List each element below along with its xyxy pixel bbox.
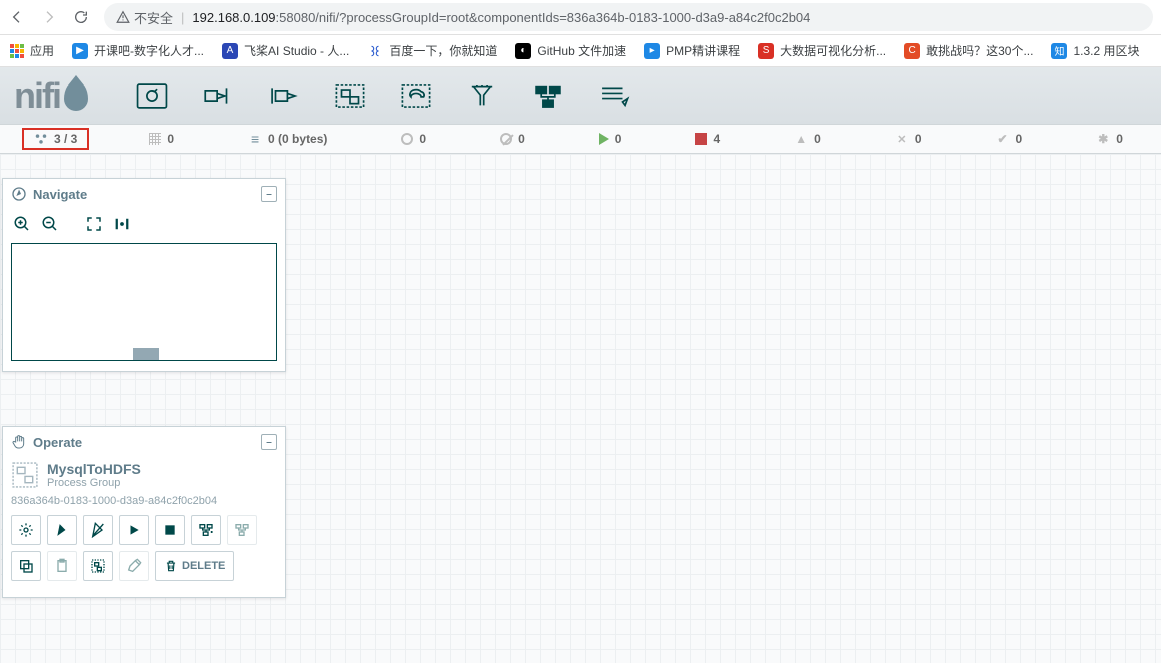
birdseye-component bbox=[133, 348, 159, 360]
copy-button[interactable] bbox=[11, 551, 41, 581]
cluster-icon bbox=[34, 132, 48, 146]
browser-toolbar: 不安全 | 192.168.0.109:58080/nifi/?processG… bbox=[0, 0, 1161, 35]
delete-button[interactable]: DELETE bbox=[155, 551, 234, 581]
invalid-status: 0 bbox=[780, 132, 835, 146]
component-toolbar bbox=[110, 76, 636, 116]
disabled-icon bbox=[895, 132, 909, 146]
sync-fail-status: 0 bbox=[1082, 132, 1137, 146]
configure-button[interactable] bbox=[11, 515, 41, 545]
zoom-out-button[interactable] bbox=[39, 213, 61, 235]
group-button[interactable] bbox=[83, 551, 113, 581]
insecure-label: 不安全 bbox=[134, 8, 173, 27]
bookmark-7[interactable]: 知1.3.2 用区块 bbox=[1051, 42, 1139, 59]
bookmark-6[interactable]: C敢挑战吗？这30个... bbox=[904, 42, 1033, 59]
back-button[interactable] bbox=[8, 8, 26, 26]
running-status: 0 bbox=[585, 132, 636, 146]
nifi-header: nifi bbox=[0, 67, 1161, 124]
play-icon bbox=[599, 133, 609, 145]
bookmark-4[interactable]: ▸PMP精讲课程 bbox=[644, 42, 740, 59]
drop-icon bbox=[64, 81, 88, 111]
zoom-fit-button[interactable] bbox=[83, 213, 105, 235]
queued-status: 0 (0 bytes) bbox=[234, 132, 341, 146]
start-button[interactable] bbox=[119, 515, 149, 545]
transmitting-icon bbox=[401, 133, 413, 145]
not-transmitting-status: 0 bbox=[486, 132, 539, 146]
cluster-count: 3 / 3 bbox=[54, 132, 77, 146]
collapse-button[interactable]: – bbox=[261, 434, 277, 450]
uptodate-status: 0 bbox=[982, 132, 1037, 146]
hand-icon bbox=[11, 434, 27, 450]
color-button bbox=[119, 551, 149, 581]
check-icon bbox=[996, 132, 1010, 146]
operate-id: 836a364b-0183-1000-d3a9-a84c2f0c2b04 bbox=[11, 489, 277, 515]
upload-template-button bbox=[227, 515, 257, 545]
birdseye-view[interactable] bbox=[11, 243, 277, 361]
not-transmitting-icon bbox=[500, 133, 512, 145]
bookmark-0[interactable]: ▶开课吧-数字化人才... bbox=[72, 42, 204, 59]
compass-icon bbox=[11, 186, 27, 202]
navigate-tools bbox=[3, 209, 285, 243]
paste-button bbox=[47, 551, 77, 581]
disabled-status: 0 bbox=[881, 132, 936, 146]
status-bar: 3 / 3 0 0 (0 bytes) 0 0 0 4 0 0 0 0 bbox=[0, 124, 1161, 154]
transmitting-status: 0 bbox=[387, 132, 440, 146]
bookmark-1[interactable]: A飞桨AI Studio - 人... bbox=[222, 42, 349, 59]
remote-process-group-tool[interactable] bbox=[394, 76, 438, 116]
insecure-warning-icon: 不安全 bbox=[116, 8, 173, 27]
navigate-panel: Navigate – bbox=[2, 178, 286, 372]
apps-icon bbox=[10, 44, 24, 58]
bookmark-icon: A bbox=[222, 43, 238, 59]
reload-button[interactable] bbox=[72, 8, 90, 26]
url-text: 192.168.0.109:58080/nifi/?processGroupId… bbox=[192, 10, 810, 25]
active-threads: 0 bbox=[135, 132, 188, 146]
address-separator: | bbox=[181, 10, 184, 25]
process-group-tool[interactable] bbox=[328, 76, 372, 116]
navigate-title: Navigate bbox=[33, 187, 87, 202]
bookmark-icon: ◐ bbox=[515, 43, 531, 59]
bookmark-icon: C bbox=[904, 43, 920, 59]
operate-title: Operate bbox=[33, 435, 82, 450]
bookmark-icon: ▸ bbox=[644, 43, 660, 59]
apps-button[interactable]: 应用 bbox=[10, 42, 54, 59]
processor-tool[interactable] bbox=[130, 76, 174, 116]
bookmark-2[interactable]: 百度一下，你就知道 bbox=[367, 42, 497, 59]
nifi-logo: nifi bbox=[0, 75, 110, 117]
stopped-status: 4 bbox=[681, 132, 734, 146]
stop-icon bbox=[695, 133, 707, 145]
disable-button[interactable] bbox=[83, 515, 113, 545]
template-tool[interactable] bbox=[526, 76, 570, 116]
forward-button[interactable] bbox=[40, 8, 58, 26]
label-tool[interactable] bbox=[592, 76, 636, 116]
operate-panel: Operate – MysqlToHDFS Process Group 836a… bbox=[2, 426, 286, 598]
stop-button[interactable] bbox=[155, 515, 185, 545]
bookmarks-bar: 应用 ▶开课吧-数字化人才... A飞桨AI Studio - 人... 百度一… bbox=[0, 35, 1161, 67]
bookmark-3[interactable]: ◐GitHub 文件加速 bbox=[515, 42, 626, 59]
address-bar[interactable]: 不安全 | 192.168.0.109:58080/nifi/?processG… bbox=[104, 3, 1153, 31]
operate-header: Operate – bbox=[3, 427, 285, 457]
cluster-status[interactable]: 3 / 3 bbox=[22, 128, 89, 150]
create-template-button[interactable] bbox=[191, 515, 221, 545]
input-port-tool[interactable] bbox=[196, 76, 240, 116]
threads-icon bbox=[149, 133, 161, 145]
bookmark-icon: ▶ bbox=[72, 43, 88, 59]
output-port-tool[interactable] bbox=[262, 76, 306, 116]
collapse-button[interactable]: – bbox=[261, 186, 277, 202]
bookmark-icon: 知 bbox=[1051, 43, 1067, 59]
queue-icon bbox=[248, 132, 262, 146]
navigate-header: Navigate – bbox=[3, 179, 285, 209]
bookmark-icon: S bbox=[758, 43, 774, 59]
enable-button[interactable] bbox=[47, 515, 77, 545]
funnel-tool[interactable] bbox=[460, 76, 504, 116]
apps-label: 应用 bbox=[30, 42, 54, 59]
flow-canvas[interactable]: Navigate – Operate – MysqlToHDFS Proce bbox=[0, 154, 1161, 663]
bookmark-5[interactable]: S大数据可视化分析... bbox=[758, 42, 886, 59]
operate-name: MysqlToHDFS bbox=[47, 461, 141, 477]
operate-type: Process Group bbox=[47, 477, 141, 489]
zoom-actual-button[interactable] bbox=[111, 213, 133, 235]
warning-icon bbox=[794, 132, 808, 146]
snowflake-icon bbox=[1096, 132, 1110, 146]
bookmark-icon bbox=[367, 43, 383, 59]
process-group-icon bbox=[11, 461, 39, 489]
zoom-in-button[interactable] bbox=[11, 213, 33, 235]
